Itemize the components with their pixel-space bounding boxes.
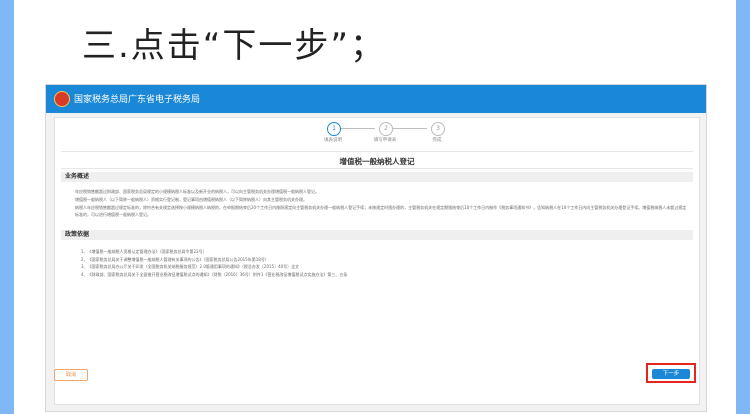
policy-item[interactable]: 3、《国家税务总局办公厅关于印发〈全国税务机关纳税服务规范〉2.0版通用事项的通… [81,263,681,271]
divider [61,151,693,152]
overview-paragraph: 纳税人年应税销售额超过规定标准的，除符合有关规定选择按小规模纳税人纳税的，在申报… [75,205,687,217]
tax-emblem-icon [54,91,70,107]
step-2-dot: 2 [379,122,393,136]
step-1-label: 填表说明 [324,138,342,143]
instruction-heading: 三.点击“下一步”； [82,26,387,66]
cancel-button[interactable]: 取消 [54,369,88,381]
step-1-dot: 1 [327,122,341,136]
policy-list: 1、《增值税一般纳税人资格认定管理办法》（国家税务总局令第22号） 2、《国家税… [81,248,681,278]
policy-item[interactable]: 2、《国家税务总局关于调整增值税一般纳税人管理有关事项的公告》（国家税务总局公告… [81,256,681,264]
step-2-label: 填写申请表 [373,138,397,143]
policy-item[interactable]: 1、《增值税一般纳税人资格认定管理办法》（国家税务总局令第22号） [81,248,681,256]
portal-header: 国家税务总局广东省电子税务局 [46,85,706,113]
overview-paragraph: 年应税销售额超过财政部、国家税务总局规定的小规模纳税人标准以及新开业的纳税人，可… [75,189,319,194]
tax-portal-window: 国家税务总局广东省电子税务局 1 2 3 填表说明 填写申请表 完成 增值税一般… [45,84,707,412]
step-3-dot: 3 [431,122,445,136]
form-title: 增值税一般纳税人登记 [339,157,415,166]
overview-paragraph: 增值税一般纳税人（以下简称一般纳税人）资格实行登记制，登记事项由增值税纳税人（以… [75,197,307,202]
next-button[interactable]: 下一步 [652,369,690,379]
step-connector [339,128,375,129]
policy-item[interactable]: 4、《财政部、国家税务总局关于全面推开营业税改征增值税试点的通知》（财税〔201… [81,271,681,279]
progress-steps: 1 2 3 填表说明 填写申请表 完成 [324,122,447,148]
portal-title: 国家税务总局广东省电子税务局 [74,95,201,105]
step-3-label: 完成 [432,138,442,143]
divider [61,168,693,169]
policy-section-header: 政策依据 [61,230,693,240]
step-connector [391,128,427,129]
overview-section-header: 业务概述 [61,172,693,182]
next-button-highlight: 下一步 [646,363,696,383]
form-panel: 1 2 3 填表说明 填写申请表 完成 增值税一般纳税人登记 业务概述 年应税销… [54,117,700,405]
